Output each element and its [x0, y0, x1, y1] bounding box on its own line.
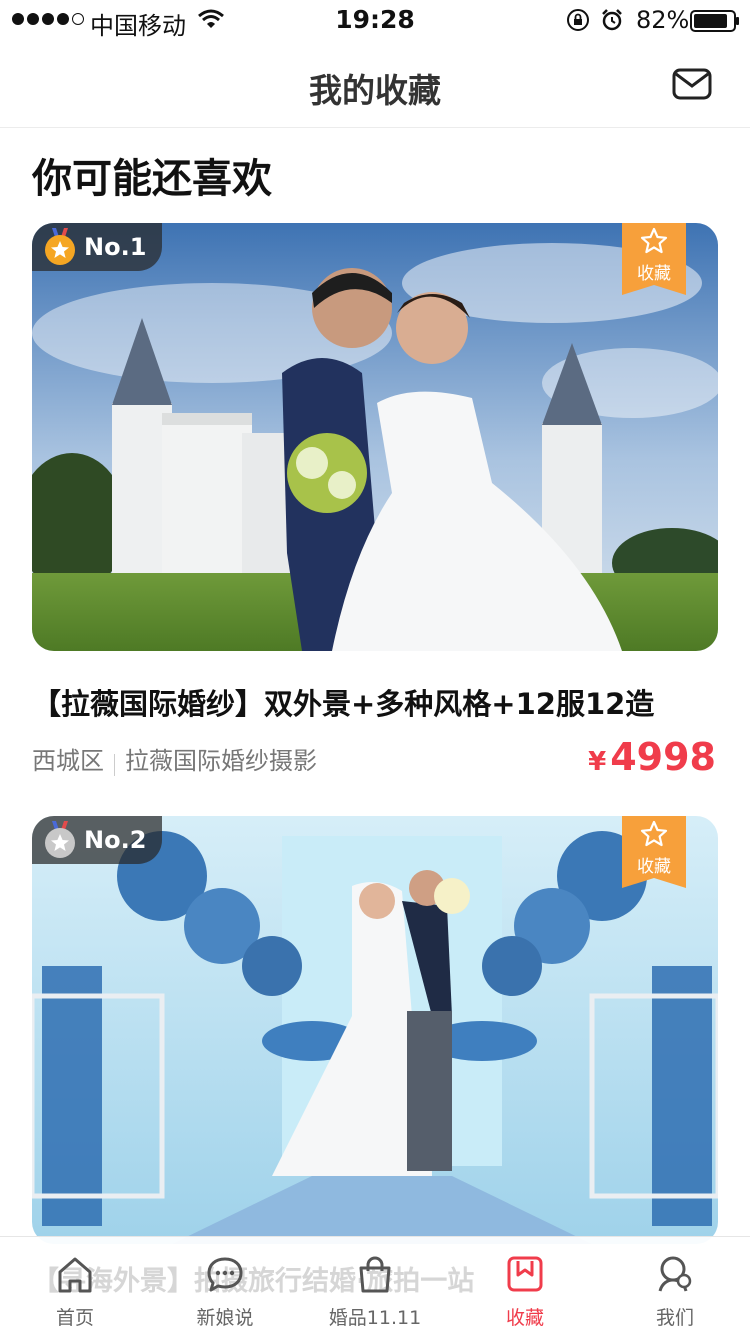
home-icon — [58, 1257, 92, 1293]
rank-badge: No.1 — [32, 223, 163, 271]
product-photo[interactable]: No.1 收藏 — [32, 223, 718, 651]
favorite-label: 收藏 — [637, 857, 671, 877]
tab-favorites[interactable]: 收藏 — [450, 1237, 600, 1334]
price: ¥4998 — [588, 735, 716, 779]
product-photo[interactable]: No.2 收藏 — [32, 816, 718, 1244]
alarm-icon — [602, 9, 622, 31]
battery-icon — [690, 10, 739, 32]
status-bar: 中国移动 19:28 82% — [0, 0, 750, 40]
section-title: 你可能还喜欢 — [32, 156, 272, 202]
product-card[interactable]: No.2 收藏 — [32, 816, 718, 1244]
tab-label: 首页 — [55, 1307, 94, 1329]
divider — [114, 753, 115, 776]
tab-label: 新娘说 — [196, 1307, 254, 1329]
currency-symbol: ¥ — [588, 747, 607, 777]
rank-badge: No.2 — [32, 816, 163, 864]
tab-home[interactable]: 首页 — [0, 1237, 150, 1334]
profile-icon — [658, 1256, 692, 1292]
orientation-lock-icon — [567, 9, 589, 31]
district-label: 西城区 — [32, 747, 104, 775]
tab-label: 收藏 — [505, 1307, 544, 1329]
tab-wedding-goods[interactable]: 婚品11.11 — [300, 1237, 450, 1334]
price-value: 4998 — [610, 735, 716, 779]
shopping-bag-icon — [359, 1256, 391, 1293]
silver-medal-icon — [45, 821, 75, 858]
gold-medal-icon — [45, 228, 75, 265]
tab-label: 我们 — [655, 1307, 694, 1329]
tab-label: 婚品11.11 — [328, 1307, 422, 1329]
tab-about-us[interactable]: 我们 — [600, 1237, 750, 1334]
product-meta: 西城区 拉薇国际婚纱摄影 ¥4998 — [32, 735, 718, 785]
rank-label: No.1 — [84, 233, 147, 261]
product-card[interactable]: No.1 收藏 【拉薇国际婚纱】双外景+多种风格+12服12造 西城区 拉薇国际婚… — [32, 223, 718, 785]
favorite-label: 收藏 — [637, 264, 671, 284]
tab-bride-talk[interactable]: 新娘说 — [150, 1237, 300, 1334]
navigation-bar: 我的收藏 — [0, 40, 750, 128]
favorite-tag[interactable]: 收藏 — [622, 223, 686, 295]
product-title[interactable]: 【拉薇国际婚纱】双外景+多种风格+12服12造 — [32, 681, 718, 723]
page-title: 我的收藏 — [309, 71, 441, 110]
bookmark-icon — [507, 1256, 543, 1292]
favorite-tag[interactable]: 收藏 — [622, 816, 686, 888]
chat-bubble-icon — [207, 1257, 243, 1292]
battery-percentage: 82% — [636, 6, 690, 34]
mail-icon[interactable] — [672, 68, 712, 100]
studio-name: 拉薇国际婚纱摄影 — [125, 747, 317, 775]
rank-label: No.2 — [84, 826, 147, 854]
tab-bar: 【寻海外景】拍摄旅行结婚·旅拍一站 首页 新娘说 婚品11.11 收藏 我们 — [0, 1236, 750, 1334]
